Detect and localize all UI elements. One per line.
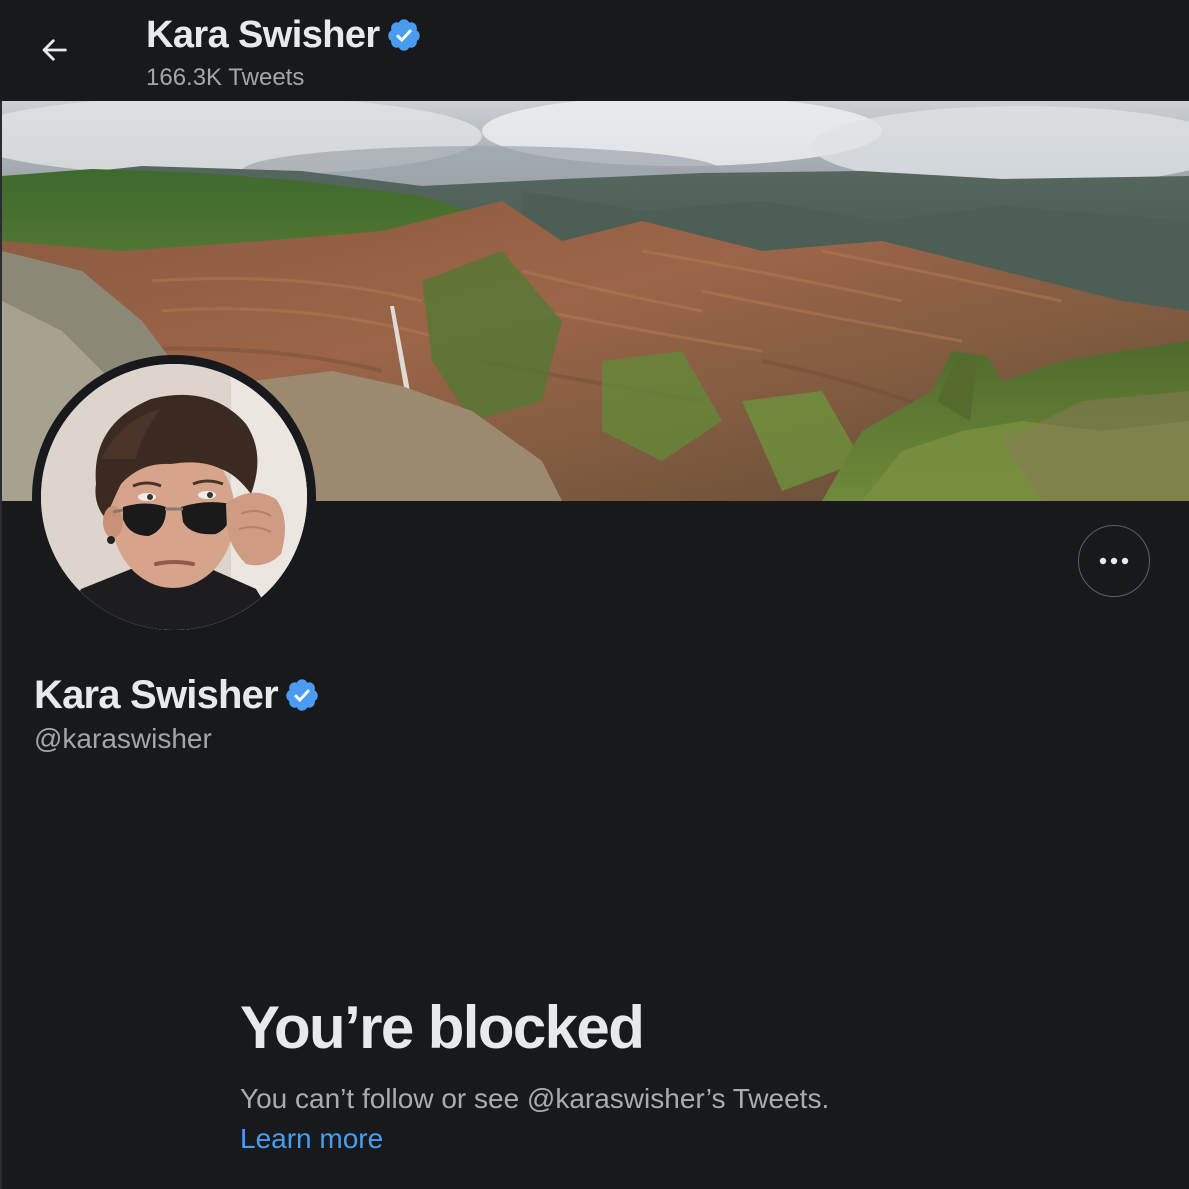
tweet-count: 166.3K Tweets [146,64,305,91]
more-options-button[interactable] [1078,525,1150,597]
profile-handle: @karaswisher [34,723,212,754]
learn-more-link[interactable]: Learn more [240,1121,383,1157]
verified-badge-icon [387,19,420,51]
header-title: Kara Swisher [146,14,380,56]
blocked-title: You’re blocked [240,994,645,1061]
back-button[interactable] [30,26,78,74]
ellipsis-icon [1099,557,1129,565]
profile-name-row: Kara Swisher [34,672,320,718]
profile-avatar[interactable] [32,355,316,639]
header-title-row: Kara Swisher [146,13,422,57]
arrow-left-icon [42,39,67,61]
avatar-photo [41,364,307,630]
blocked-description: You can’t follow or see @karaswisher’s T… [240,1083,830,1114]
profile-name: Kara Swisher [34,673,279,717]
profile-header-bar: Kara Swisher 166.3K Tweets [0,0,1189,101]
verified-badge-icon [286,679,318,711]
